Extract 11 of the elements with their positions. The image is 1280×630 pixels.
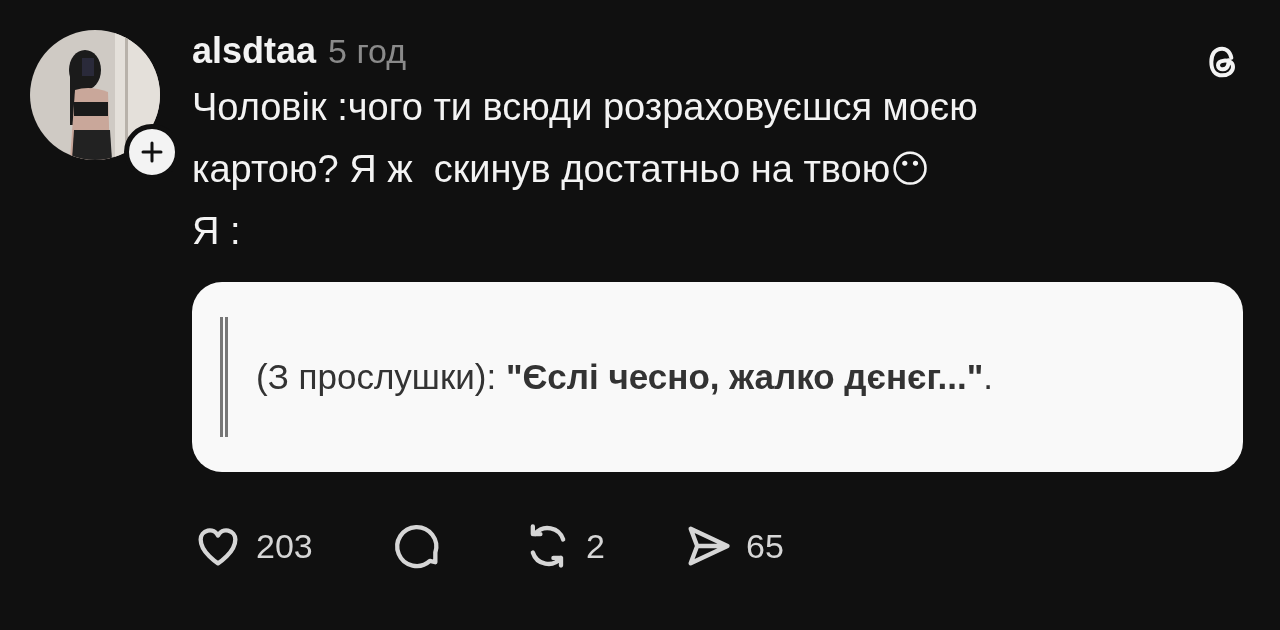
username[interactable]: alsdtaa xyxy=(192,30,317,72)
like-button[interactable]: 203 xyxy=(192,520,392,572)
post-text: Я : xyxy=(192,209,242,254)
post-text: картою? Я ж скинув достатньо на твою😶 xyxy=(192,147,931,192)
quote-text: (З прослушки): "Єслі чесно, жалко дєнєг...". xyxy=(256,357,993,397)
plus-icon xyxy=(140,140,164,164)
post-text: Чоловік :чого ти всюди розраховуєшся моєю xyxy=(192,85,979,130)
share-button[interactable]: 65 xyxy=(682,520,842,572)
post-time: 5 год xyxy=(328,32,407,71)
quote-bar-icon xyxy=(220,317,228,437)
repost-button[interactable]: 2 xyxy=(522,520,682,572)
